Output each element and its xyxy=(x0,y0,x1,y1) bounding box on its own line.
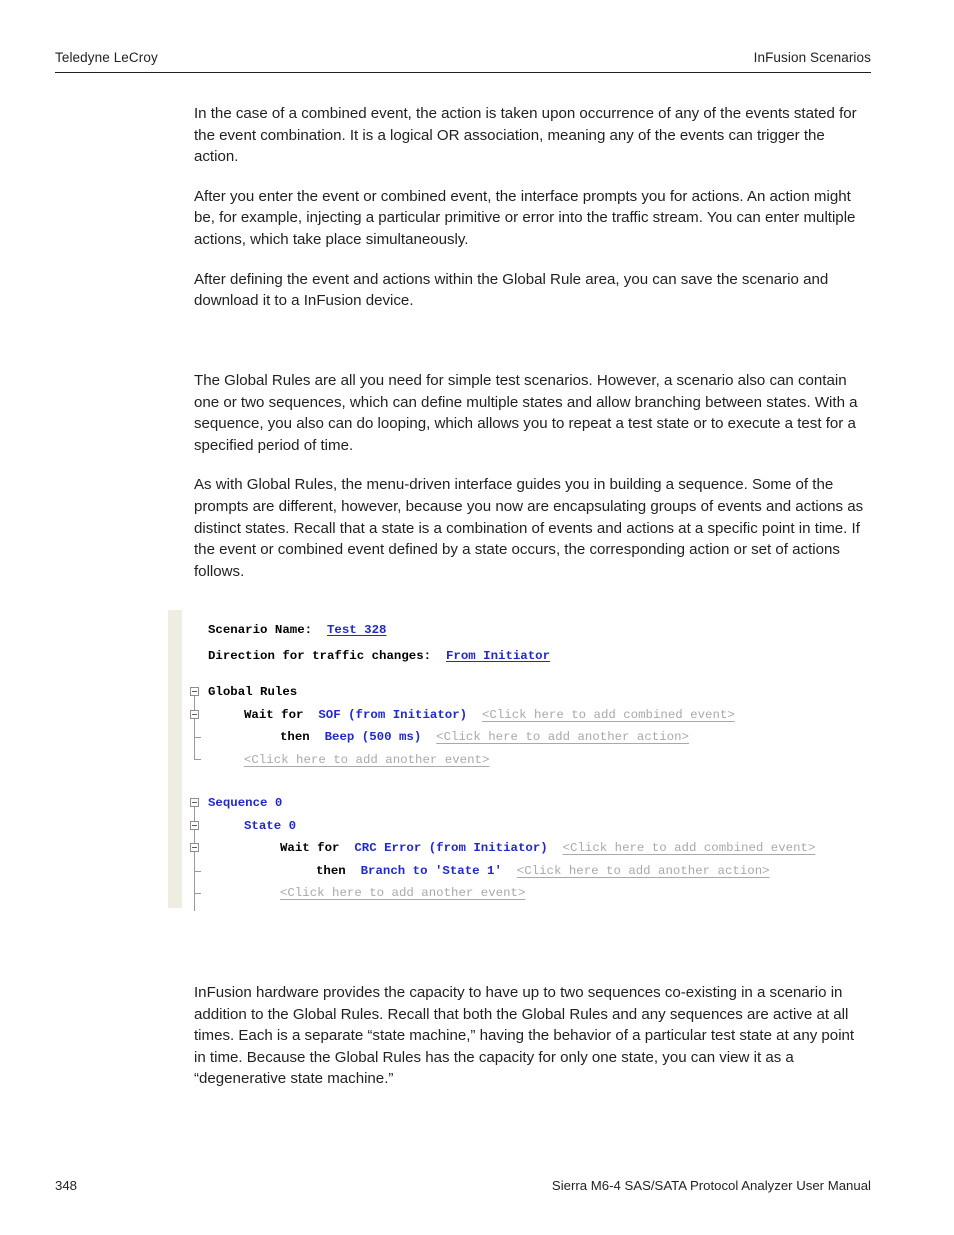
scenario-name-field: Scenario Name: Test 328 xyxy=(182,619,868,642)
event-value-link[interactable]: CRC Error (from Initiator) xyxy=(354,841,547,855)
tree-connector-line xyxy=(194,904,195,911)
scenario-name-label: Scenario Name: xyxy=(208,623,313,637)
paragraph: After defining the event and actions wit… xyxy=(194,270,829,310)
collapse-toggle-icon[interactable] xyxy=(190,709,199,719)
tree-trailing-connector-row xyxy=(182,904,868,928)
tree-row-state-wait-event[interactable]: Wait for CRC Error (from Initiator) <Cli… xyxy=(182,837,868,860)
tree-group-spacer xyxy=(182,771,868,792)
paragraph: InFusion hardware provides the capacity … xyxy=(194,984,855,1088)
add-another-event-link[interactable]: <Click here to add another event> xyxy=(244,753,489,767)
add-another-event-link[interactable]: <Click here to add another event> xyxy=(280,886,525,900)
add-another-action-link[interactable]: <Click here to add another action> xyxy=(517,864,770,878)
header-company-name: Teledyne LeCroy xyxy=(55,50,158,65)
tree-connector-line xyxy=(194,807,195,815)
tree-connector-tick xyxy=(194,737,201,738)
tree-node-state-0[interactable]: State 0 xyxy=(182,814,868,837)
collapse-toggle-icon[interactable] xyxy=(190,843,199,852)
paragraph: After you enter the event or combined ev… xyxy=(194,187,856,248)
tree-node-label: Global Rules xyxy=(208,685,298,699)
tree-connector-elbow xyxy=(194,748,201,760)
paragraph: In the case of a combined event, the act… xyxy=(194,105,857,166)
add-combined-event-link[interactable]: <Click here to add combined event> xyxy=(482,708,735,722)
traffic-direction-label: Direction for traffic changes: xyxy=(208,648,432,663)
tree-row-global-wait-event[interactable]: Wait for SOF (from Initiator) <Click her… xyxy=(182,703,868,726)
action-value-link[interactable]: Beep (500 ms) xyxy=(325,730,422,744)
tree-node-label[interactable]: State 0 xyxy=(244,819,296,833)
tree-connector-line xyxy=(194,696,195,704)
sequence-paragraph-block: The Global Rules are all you need for si… xyxy=(194,370,870,582)
page-header: Teledyne LeCroy InFusion Scenarios xyxy=(55,50,871,73)
add-combined-event-link[interactable]: <Click here to add combined event> xyxy=(563,841,816,855)
footer-manual-title: Sierra M6-4 SAS/SATA Protocol Analyzer U… xyxy=(551,1178,871,1193)
tree-node-global-rules[interactable]: Global Rules xyxy=(182,681,868,704)
scenario-name-value[interactable]: Test 328 xyxy=(327,623,387,637)
collapse-toggle-icon[interactable] xyxy=(190,687,199,696)
then-label: then xyxy=(316,863,346,878)
tree-row-state-then-action[interactable]: then Branch to 'State 1' <Click here to … xyxy=(182,859,868,882)
tree-connector-tick xyxy=(194,870,201,872)
paragraph: The Global Rules are all you need for si… xyxy=(194,372,858,454)
tree-connector-tick xyxy=(194,893,201,894)
tree-row-global-then-action[interactable]: then Beep (500 ms) <Click here to add an… xyxy=(182,726,868,749)
tree-row-global-add-event[interactable]: <Click here to add another event> xyxy=(182,748,868,772)
page-footer: 348 Sierra M6-4 SAS/SATA Protocol Analyz… xyxy=(55,1178,871,1193)
add-another-action-link[interactable]: <Click here to add another action> xyxy=(436,730,689,744)
event-value-link[interactable]: SOF (from Initiator) xyxy=(318,708,467,722)
tail-paragraph-block: InFusion hardware provides the capacity … xyxy=(194,982,870,1090)
page-number: 348 xyxy=(55,1178,78,1193)
scenario-tree: Scenario Name: Test 328 Direction for tr… xyxy=(182,610,868,927)
header-section-title: InFusion Scenarios xyxy=(753,50,871,65)
action-value-link[interactable]: Branch to 'State 1' xyxy=(361,864,502,878)
paragraph: As with Global Rules, the menu-driven in… xyxy=(194,476,864,580)
traffic-direction-value[interactable]: From Initiator xyxy=(446,649,550,663)
scenario-editor-figure: Scenario Name: Test 328 Direction for tr… xyxy=(168,610,868,915)
collapse-toggle-icon[interactable] xyxy=(190,798,199,807)
tree-node-label[interactable]: Sequence 0 xyxy=(208,796,282,810)
wait-for-label: Wait for xyxy=(244,707,304,722)
collapse-toggle-icon[interactable] xyxy=(190,820,199,830)
tree-node-sequence-0[interactable]: Sequence 0 xyxy=(182,792,868,815)
figure-left-gutter xyxy=(168,610,182,908)
tree-row-state-add-event[interactable]: <Click here to add another event> xyxy=(182,882,868,905)
then-label: then xyxy=(280,730,310,744)
wait-for-label: Wait for xyxy=(280,841,340,855)
intro-paragraph-block: In the case of a combined event, the act… xyxy=(194,103,870,312)
traffic-direction-field: Direction for traffic changes: From Init… xyxy=(182,645,868,668)
